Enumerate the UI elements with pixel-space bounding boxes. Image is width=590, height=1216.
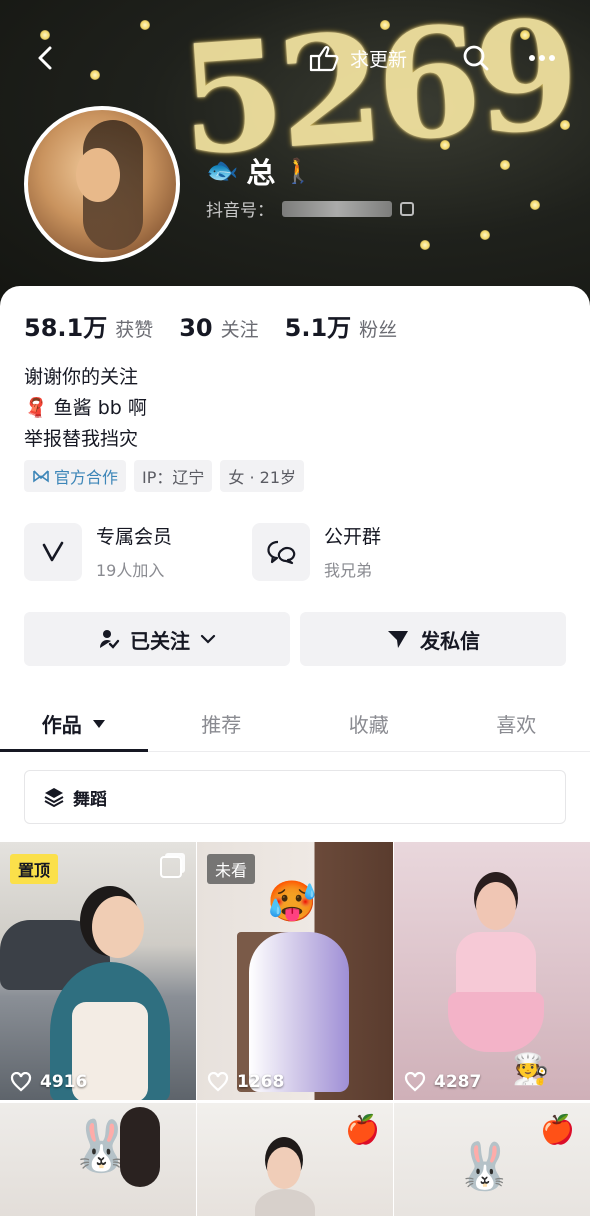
more-button[interactable] bbox=[522, 38, 562, 78]
video-thumb[interactable]: 置顶 4916 bbox=[0, 842, 196, 1100]
stat-following[interactable]: 30 关注 bbox=[179, 314, 258, 342]
filter-label: 舞蹈 bbox=[73, 789, 107, 810]
send-message-button[interactable]: 发私信 bbox=[300, 612, 566, 666]
like-count: 4916 bbox=[10, 1072, 87, 1092]
group-title: 公开群 bbox=[324, 526, 382, 548]
nickname: 🐟 总 🚶 bbox=[206, 150, 313, 192]
multi-image-icon bbox=[160, 856, 182, 878]
gender-age-tag: 女 · 21岁 bbox=[220, 460, 305, 492]
action-row: 已关注 发私信 bbox=[24, 612, 566, 666]
stats-row: 58.1万 获赞 30 关注 5.1万 粉丝 bbox=[24, 308, 397, 343]
bio: 谢谢你的关注 🧣 鱼酱 bb 啊 举报替我挡灾 bbox=[24, 362, 147, 455]
send-message-label: 发私信 bbox=[420, 628, 480, 653]
video-thumb[interactable]: 🥵 未看 1268 bbox=[197, 842, 393, 1100]
profile-card: 58.1万 获赞 30 关注 5.1万 粉丝 谢谢你的关注 🧣 鱼酱 bb 啊 … bbox=[0, 286, 590, 1216]
tab-likes[interactable]: 喜欢 bbox=[443, 696, 590, 751]
group-chat-icon bbox=[252, 522, 310, 581]
tab-recommend[interactable]: 推荐 bbox=[148, 696, 296, 751]
back-button[interactable] bbox=[26, 38, 66, 78]
video-thumb[interactable]: 🍎 bbox=[197, 1103, 393, 1216]
like-count: 1268 bbox=[207, 1072, 284, 1092]
content-tabs: 作品 推荐 收藏 喜欢 bbox=[0, 696, 590, 752]
request-update-button[interactable]: 求更新 bbox=[308, 38, 407, 78]
official-partner-tag[interactable]: 官方合作 bbox=[24, 460, 127, 492]
tab-works[interactable]: 作品 bbox=[0, 696, 148, 752]
fish-emoji-icon: 🐟 bbox=[206, 156, 239, 186]
group-subtitle: 我兄弟 bbox=[324, 561, 373, 580]
tag-row: 官方合作 IP：辽宁 女 · 21岁 bbox=[24, 460, 305, 492]
douyin-id-label: 抖音号： bbox=[206, 201, 274, 221]
chevron-down-icon bbox=[200, 634, 216, 644]
douyin-id-blurred bbox=[282, 200, 392, 217]
feature-row: 专属会员 19人加入 公开群 我兄弟 bbox=[24, 522, 432, 581]
bio-line-2: 🧣 鱼酱 bb 啊 bbox=[24, 393, 147, 424]
nickname-text: 总 bbox=[246, 156, 276, 190]
apple-emoji-icon: 🍎 bbox=[540, 1113, 575, 1146]
tab-favorites[interactable]: 收藏 bbox=[295, 696, 443, 751]
walking-emoji-icon: 🚶 bbox=[283, 157, 314, 185]
send-icon bbox=[388, 631, 408, 648]
face-emoji-icon: 🥵 bbox=[267, 879, 317, 925]
chef-emoji-icon: 🧑‍🍳 bbox=[512, 1052, 550, 1087]
heart-icon bbox=[207, 1072, 229, 1092]
heart-icon bbox=[404, 1072, 426, 1092]
pinned-badge: 置顶 bbox=[10, 854, 59, 884]
like-count: 4287 bbox=[404, 1072, 481, 1092]
hand-point-icon bbox=[309, 46, 339, 72]
group-entry[interactable]: 公开群 我兄弟 bbox=[252, 522, 432, 581]
apple-emoji-icon: 🍎 bbox=[345, 1113, 380, 1146]
ip-location-tag: IP：辽宁 bbox=[134, 460, 213, 492]
bio-line-3: 举报替我挡灾 bbox=[24, 428, 139, 450]
rabbit-emoji-icon: 🐰 bbox=[456, 1139, 514, 1193]
copy-icon[interactable] bbox=[400, 201, 414, 216]
followed-label: 已关注 bbox=[130, 628, 190, 653]
video-grid: 置顶 4916 🥵 未看 1268 🧑‍🍳 4287 bbox=[0, 842, 590, 1216]
collection-filter[interactable]: 舞蹈 bbox=[24, 770, 566, 824]
bio-line-1: 谢谢你的关注 bbox=[24, 366, 139, 388]
search-icon bbox=[463, 45, 489, 71]
member-entry[interactable]: 专属会员 19人加入 bbox=[24, 522, 204, 581]
vip-v-icon bbox=[24, 522, 82, 581]
more-dots-icon bbox=[529, 55, 555, 61]
handshake-icon bbox=[33, 470, 49, 483]
scarf-emoji-icon: 🧣 bbox=[24, 397, 48, 419]
video-thumb[interactable]: 🧑‍🍳 4287 bbox=[394, 842, 590, 1100]
stat-likes[interactable]: 58.1万 获赞 bbox=[24, 308, 153, 343]
layers-icon bbox=[44, 788, 64, 808]
bio-line-2-text: 鱼酱 bb 啊 bbox=[53, 397, 147, 419]
video-thumb[interactable]: 🐰 bbox=[0, 1103, 196, 1216]
chevron-left-icon bbox=[38, 46, 52, 70]
video-thumb[interactable]: 🐰 🍎 bbox=[394, 1103, 590, 1216]
heart-icon bbox=[10, 1072, 32, 1092]
request-update-label: 求更新 bbox=[350, 48, 408, 71]
caret-down-icon bbox=[92, 719, 105, 728]
member-subtitle: 19人加入 bbox=[96, 561, 165, 580]
douyin-id: 抖音号： bbox=[206, 196, 414, 221]
stat-followers[interactable]: 5.1万 粉丝 bbox=[285, 308, 398, 343]
avatar[interactable] bbox=[24, 106, 180, 262]
search-button[interactable] bbox=[456, 38, 496, 78]
member-title: 专属会员 bbox=[96, 526, 173, 548]
top-bar: 求更新 bbox=[0, 28, 590, 88]
user-check-icon bbox=[100, 630, 120, 649]
unseen-badge: 未看 bbox=[207, 854, 256, 884]
followed-button[interactable]: 已关注 bbox=[24, 612, 290, 666]
